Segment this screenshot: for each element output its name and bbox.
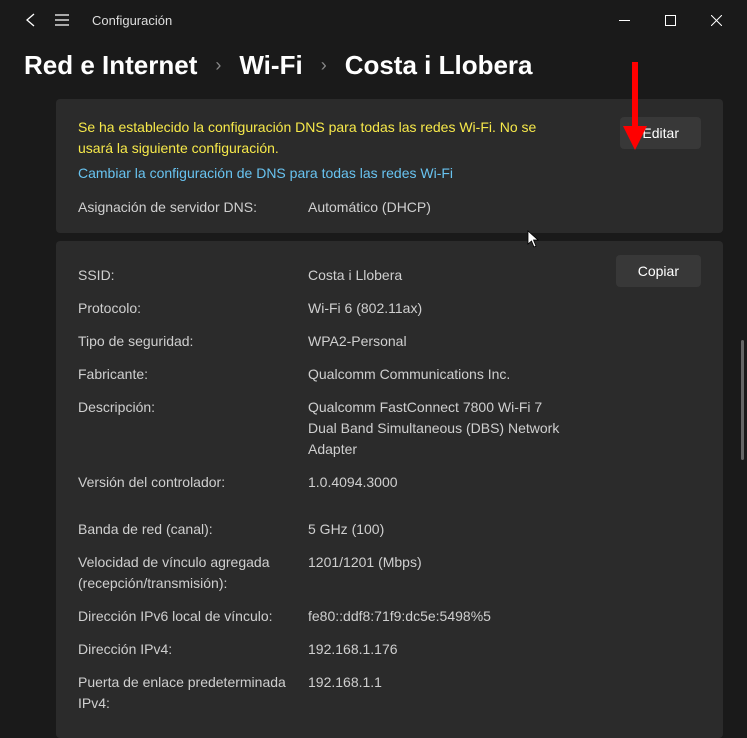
driver-version-value: 1.0.4094.3000 xyxy=(308,472,568,493)
app-title: Configuración xyxy=(92,13,172,28)
breadcrumb-network[interactable]: Red e Internet xyxy=(24,50,197,81)
chevron-right-icon: › xyxy=(215,55,221,76)
minimize-button[interactable] xyxy=(601,0,647,40)
security-label: Tipo de seguridad: xyxy=(78,331,308,352)
ipv4-value: 192.168.1.176 xyxy=(308,639,568,660)
manufacturer-label: Fabricante: xyxy=(78,364,308,385)
band-value: 5 GHz (100) xyxy=(308,519,568,540)
back-icon[interactable] xyxy=(22,12,38,28)
link-speed-value: 1201/1201 (Mbps) xyxy=(308,552,568,594)
chevron-right-icon: › xyxy=(321,55,327,76)
gateway-value: 192.168.1.1 xyxy=(308,672,568,714)
scrollbar[interactable] xyxy=(741,340,744,460)
properties-card: Copiar SSID:Costa i Llobera Protocolo:Wi… xyxy=(56,241,723,738)
dns-assign-value: Automático (DHCP) xyxy=(308,199,431,215)
titlebar: Configuración xyxy=(0,0,747,40)
driver-version-label: Versión del controlador: xyxy=(78,472,308,493)
breadcrumb: Red e Internet › Wi-Fi › Costa i Llobera xyxy=(0,40,747,99)
breadcrumb-wifi[interactable]: Wi-Fi xyxy=(239,50,302,81)
dns-card: Se ha establecido la configuración DNS p… xyxy=(56,99,723,233)
gateway-label: Puerta de enlace predeterminada IPv4: xyxy=(78,672,308,714)
ssid-value: Costa i Llobera xyxy=(308,265,568,286)
ipv6-local-value: fe80::ddf8:71f9:dc5e:5498%5 xyxy=(308,606,568,627)
ipv4-label: Dirección IPv4: xyxy=(78,639,308,660)
hamburger-icon[interactable] xyxy=(54,12,70,28)
dns-assign-label: Asignación de servidor DNS: xyxy=(78,199,308,215)
security-value: WPA2-Personal xyxy=(308,331,568,352)
copy-button[interactable]: Copiar xyxy=(616,255,701,287)
dns-notice-text: Se ha establecido la configuración DNS p… xyxy=(78,117,538,159)
description-label: Descripción: xyxy=(78,397,308,460)
protocol-label: Protocolo: xyxy=(78,298,308,319)
breadcrumb-ssid: Costa i Llobera xyxy=(345,50,533,81)
link-speed-label: Velocidad de vínculo agregada (recepción… xyxy=(78,552,308,594)
ssid-label: SSID: xyxy=(78,265,308,286)
ipv6-local-label: Dirección IPv6 local de vínculo: xyxy=(78,606,308,627)
manufacturer-value: Qualcomm Communications Inc. xyxy=(308,364,568,385)
close-button[interactable] xyxy=(693,0,739,40)
maximize-button[interactable] xyxy=(647,0,693,40)
edit-button[interactable]: Editar xyxy=(620,117,701,149)
protocol-value: Wi-Fi 6 (802.11ax) xyxy=(308,298,568,319)
band-label: Banda de red (canal): xyxy=(78,519,308,540)
description-value: Qualcomm FastConnect 7800 Wi-Fi 7 Dual B… xyxy=(308,397,568,460)
dns-change-link[interactable]: Cambiar la configuración de DNS para tod… xyxy=(78,165,453,181)
